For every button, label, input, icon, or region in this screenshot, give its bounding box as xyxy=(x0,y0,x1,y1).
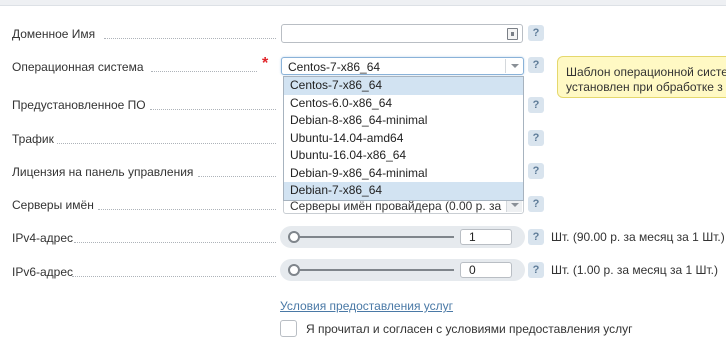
tooltip-line: Шаблон операционной систе xyxy=(566,65,726,79)
nameservers-label: Серверы имён xyxy=(12,198,94,212)
os-dropdown-list[interactable]: Centos-7-x86_64 Centos-6.0-x86_64 Debian… xyxy=(283,76,524,201)
ipv4-help-icon[interactable]: ? xyxy=(528,229,544,245)
preinstalled-help-icon[interactable]: ? xyxy=(528,97,544,113)
traffic-help-icon[interactable]: ? xyxy=(528,130,544,146)
label-leader xyxy=(198,176,276,177)
label-leader xyxy=(74,242,276,243)
os-option[interactable]: Debian-7-x86_64 xyxy=(284,182,523,200)
ipv6-help-icon[interactable]: ? xyxy=(528,262,544,278)
os-select[interactable]: Centos-7-x86_64 xyxy=(281,57,524,75)
slider-handle[interactable] xyxy=(288,231,300,243)
ipv4-price-text: Шт. (90.00 р. за месяц за 1 Шт.) xyxy=(551,230,725,244)
ipv4-label: IPv4-адрес xyxy=(12,231,74,245)
slider-handle[interactable] xyxy=(288,264,300,276)
ipv4-quantity-input[interactable]: 1 xyxy=(460,229,512,245)
contact-card-icon[interactable] xyxy=(507,28,518,40)
os-option[interactable]: Debian-8-x86_64-minimal xyxy=(284,112,523,130)
license-label: Лицензия на панель управления xyxy=(12,165,194,179)
nameservers-select-value: Серверы имён провайдера (0.00 р. за xyxy=(290,199,502,213)
required-asterisk: * xyxy=(262,55,269,72)
ipv6-label: IPv6-адрес xyxy=(12,265,74,279)
top-panel-edge xyxy=(0,0,726,6)
domain-label: Доменное Имя xyxy=(12,27,96,41)
os-option[interactable]: Centos-6.0-x86_64 xyxy=(284,95,523,113)
os-label: Операционная система xyxy=(12,60,144,74)
ipv6-slider[interactable]: 0 xyxy=(280,259,525,281)
domain-help-icon[interactable]: ? xyxy=(528,25,544,41)
terms-checkbox-label[interactable]: Я прочитал и согласен с условиями предос… xyxy=(306,322,633,336)
ipv4-slider[interactable]: 1 xyxy=(280,226,525,248)
ipv6-price-text: Шт. (1.00 р. за месяц за 1 Шт.) xyxy=(551,263,719,277)
os-help-tooltip: Шаблон операционной систе установлен при… xyxy=(557,56,726,98)
license-help-icon[interactable]: ? xyxy=(528,163,544,179)
label-leader xyxy=(57,143,276,144)
tooltip-line: установлен при обработке з xyxy=(566,80,723,94)
label-leader xyxy=(151,71,257,72)
preinstalled-label: Предустановленное ПО xyxy=(12,98,146,112)
terms-checkbox[interactable] xyxy=(280,320,297,337)
label-leader xyxy=(104,38,276,39)
os-option[interactable]: Ubuntu-14.04-amd64 xyxy=(284,130,523,148)
nameservers-help-icon[interactable]: ? xyxy=(528,196,544,212)
label-leader xyxy=(98,209,276,210)
slider-track[interactable] xyxy=(294,236,454,238)
label-leader xyxy=(72,276,276,277)
label-leader xyxy=(150,109,276,110)
os-help-icon[interactable]: ? xyxy=(528,57,544,73)
traffic-label: Трафик xyxy=(12,132,54,146)
chevron-down-icon[interactable] xyxy=(505,59,522,73)
terms-link[interactable]: Условия предоставления услуг xyxy=(280,299,453,313)
os-option[interactable]: Centos-7-x86_64 xyxy=(284,77,523,95)
os-option[interactable]: Ubuntu-16.04-x86_64 xyxy=(284,147,523,165)
slider-track[interactable] xyxy=(294,269,454,271)
os-select-value: Centos-7-x86_64 xyxy=(288,60,381,74)
os-option[interactable]: Debian-9-x86_64-minimal xyxy=(284,165,523,183)
ipv6-quantity-input[interactable]: 0 xyxy=(460,262,512,278)
domain-input[interactable] xyxy=(281,24,523,43)
